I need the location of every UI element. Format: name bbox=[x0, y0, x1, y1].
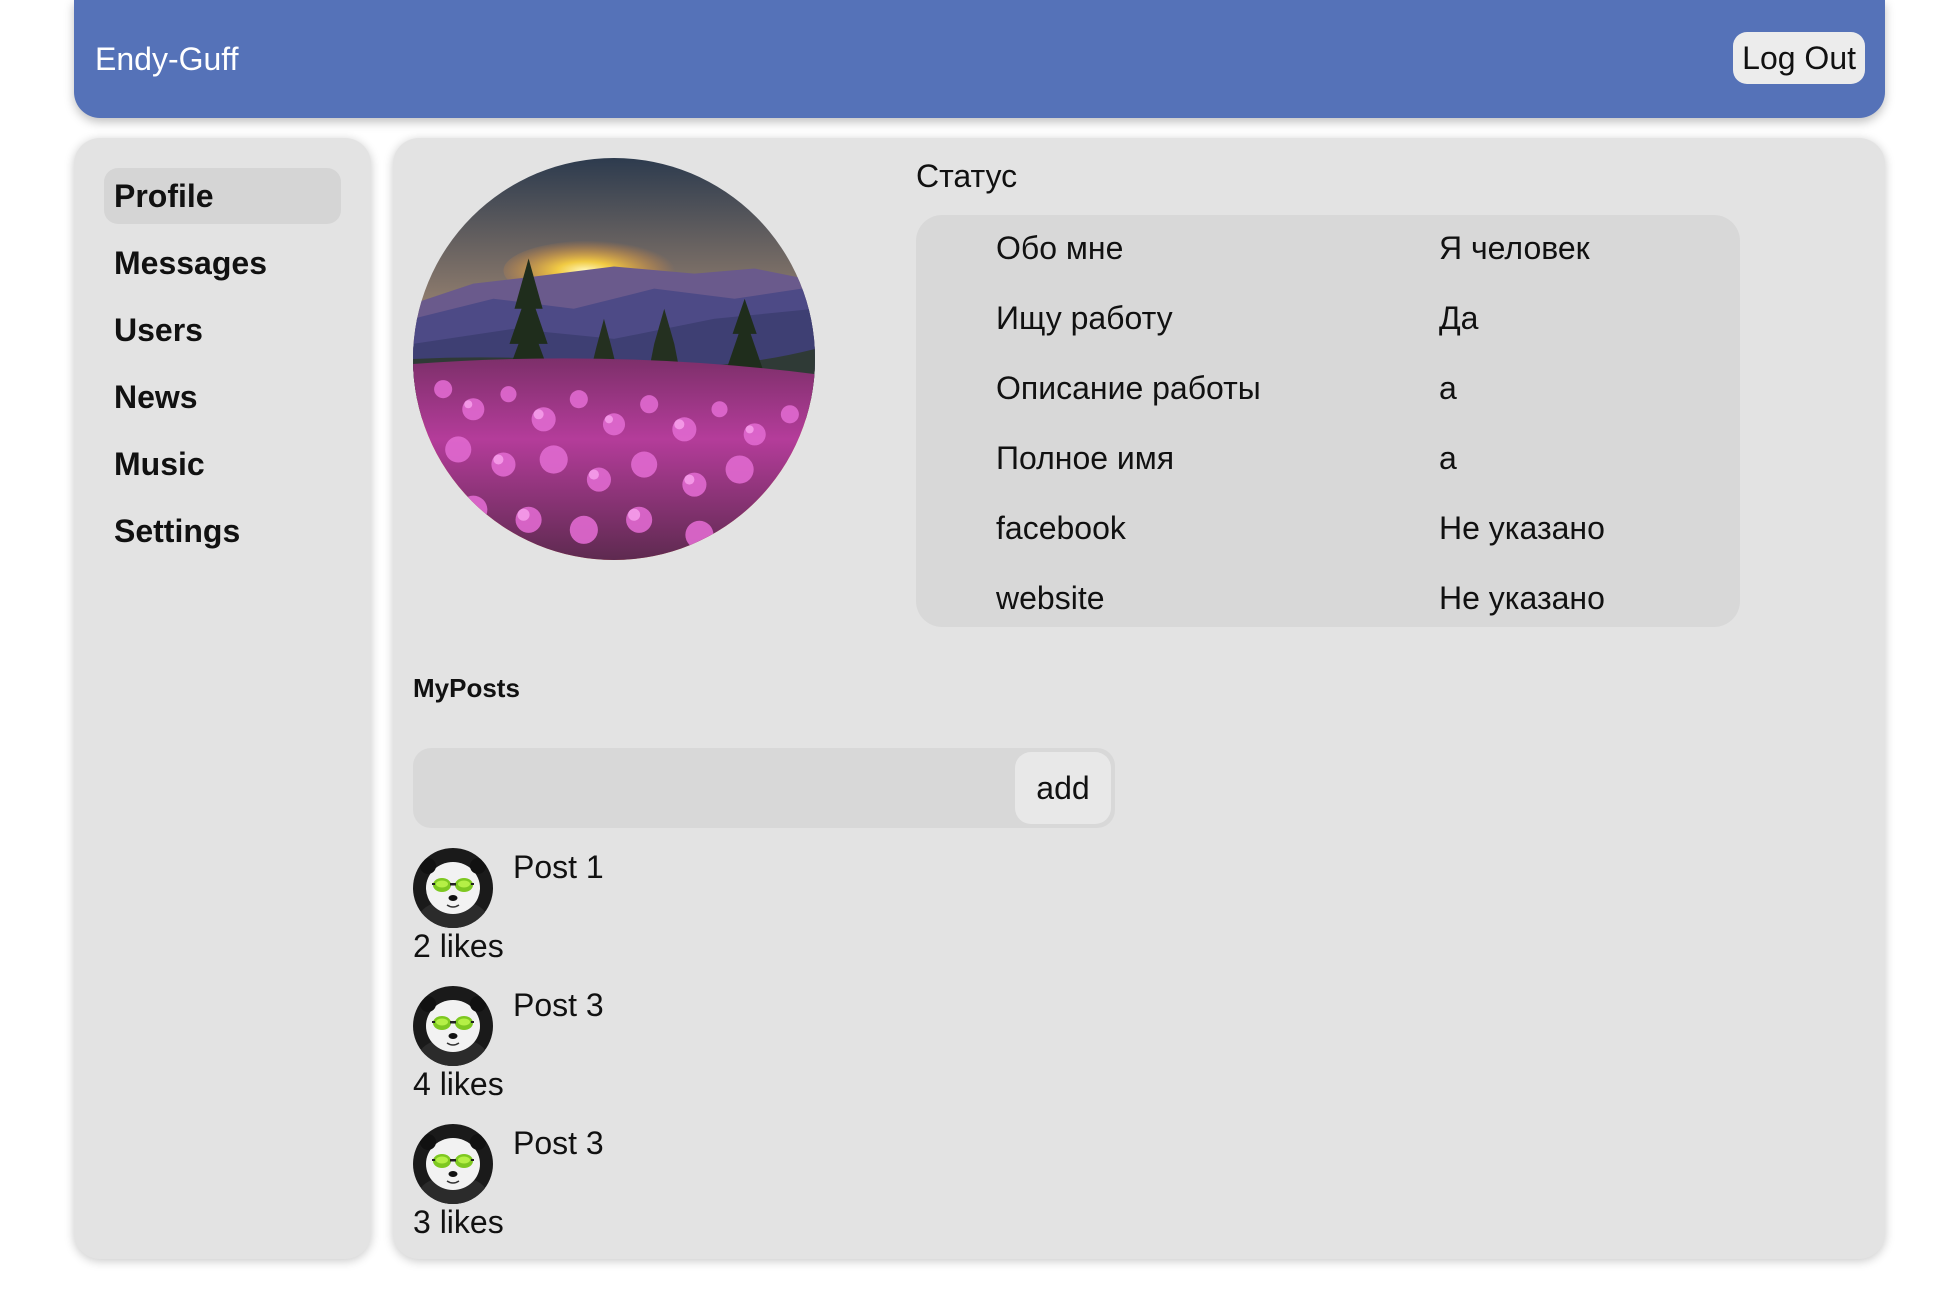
app-header: Endy-Guff Log Out bbox=[74, 0, 1885, 118]
profile-status: Статус bbox=[916, 158, 1018, 194]
sidebar-item-users[interactable]: Users bbox=[104, 302, 341, 358]
sidebar-item-news[interactable]: News bbox=[104, 369, 341, 425]
post-text: Post 3 bbox=[513, 1125, 604, 1161]
post-likes: 3 likes bbox=[413, 1204, 504, 1240]
panda-avatar-icon bbox=[413, 848, 493, 928]
post-text: Post 3 bbox=[513, 987, 604, 1023]
sidebar-item-settings[interactable]: Settings bbox=[104, 503, 341, 559]
info-label: facebook bbox=[996, 510, 1126, 546]
info-row-about: Обо мне Я человек bbox=[916, 228, 1740, 268]
info-row-facebook: facebook Не указано bbox=[916, 508, 1740, 548]
profile-info-table: Обо мне Я человек Ищу работу Да Описание… bbox=[916, 215, 1740, 627]
info-label: Полное имя bbox=[996, 440, 1175, 476]
sidebar-nav: Profile Messages Users News Music Settin… bbox=[74, 138, 371, 1259]
post-item: Post 3 3 likes bbox=[413, 1124, 1013, 1252]
info-row-full-name: Полное имя a bbox=[916, 438, 1740, 478]
info-label: Описание работы bbox=[996, 370, 1261, 406]
info-value: Не указано bbox=[1439, 510, 1605, 546]
info-value: Да bbox=[1439, 300, 1479, 336]
logout-button[interactable]: Log Out bbox=[1733, 32, 1865, 84]
sidebar-item-messages[interactable]: Messages bbox=[104, 235, 341, 291]
app-title: Endy-Guff bbox=[95, 41, 239, 77]
info-label: website bbox=[996, 580, 1105, 616]
post-text: Post 1 bbox=[513, 849, 604, 885]
info-label: Обо мне bbox=[996, 230, 1124, 266]
panda-avatar-icon bbox=[413, 1124, 493, 1204]
sidebar-item-profile[interactable]: Profile bbox=[104, 168, 341, 224]
profile-photo bbox=[413, 158, 815, 560]
info-row-job-description: Описание работы a bbox=[916, 368, 1740, 408]
profile-content: Статус Обо мне Я человек Ищу работу Да О… bbox=[393, 138, 1885, 1259]
info-label: Ищу работу bbox=[996, 300, 1173, 336]
landscape-photo bbox=[413, 158, 815, 560]
post-likes: 2 likes bbox=[413, 928, 504, 964]
info-value: Не указано bbox=[1439, 580, 1605, 616]
panda-avatar-icon bbox=[413, 986, 493, 1066]
sidebar-item-music[interactable]: Music bbox=[104, 436, 341, 492]
info-value: Я человек bbox=[1439, 230, 1590, 266]
new-post-input[interactable] bbox=[413, 748, 1011, 828]
info-row-looking-for-job: Ищу работу Да bbox=[916, 298, 1740, 338]
add-post-button[interactable]: add bbox=[1015, 752, 1111, 824]
info-value: a bbox=[1439, 370, 1457, 406]
info-value: a bbox=[1439, 440, 1457, 476]
new-post-form: add bbox=[413, 748, 1115, 828]
post-likes: 4 likes bbox=[413, 1066, 504, 1102]
info-row-website: website Не указано bbox=[916, 578, 1740, 618]
myposts-title: MyPosts bbox=[413, 673, 520, 703]
post-item: Post 3 4 likes bbox=[413, 986, 1013, 1114]
post-item: Post 1 2 likes bbox=[413, 848, 1013, 976]
